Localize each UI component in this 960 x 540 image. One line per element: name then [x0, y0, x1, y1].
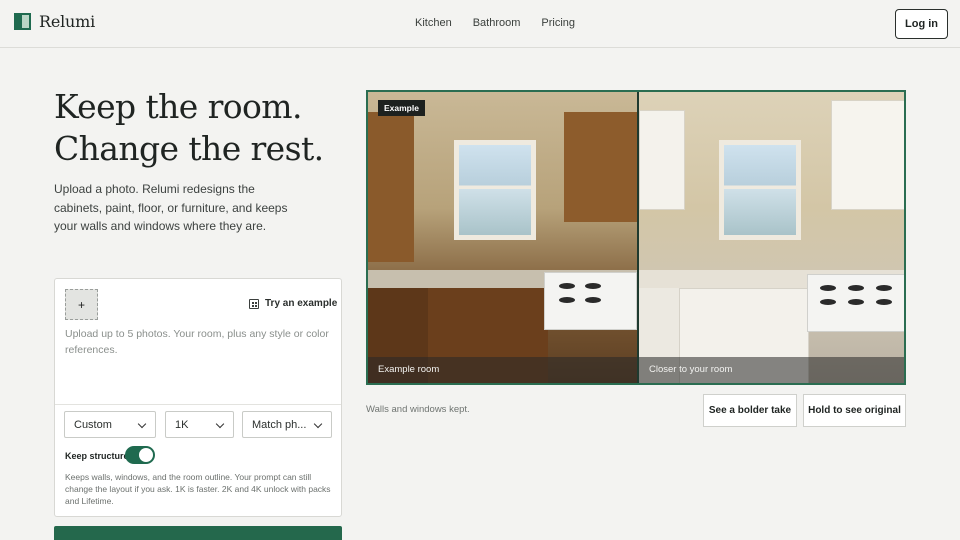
nav-kitchen[interactable]: Kitchen	[415, 17, 452, 29]
example-badge: Example	[378, 100, 425, 116]
logo-icon	[14, 13, 31, 30]
before-image: Example Example room	[368, 92, 637, 383]
divider	[55, 404, 341, 405]
after-caption: Closer to your room	[649, 364, 733, 375]
plus-icon: +	[77, 297, 85, 312]
style-select[interactable]: Custom	[64, 411, 156, 438]
walls-kept-note: Walls and windows kept.	[366, 404, 470, 415]
nav-pricing[interactable]: Pricing	[541, 17, 575, 29]
resolution-select[interactable]: 1K	[165, 411, 234, 438]
aspect-select-value: Match ph...	[252, 418, 307, 431]
try-example-label: Try an example	[265, 298, 338, 309]
try-example-button[interactable]: Try an example	[249, 298, 337, 309]
brand-logo[interactable]: Relumi	[14, 12, 95, 31]
before-caption: Example room	[378, 364, 440, 375]
upload-photo-button[interactable]: +	[65, 289, 98, 320]
top-header: Relumi Kitchen Bathroom Pricing Log in	[0, 0, 960, 48]
keep-structure-label: Keep structure	[65, 451, 129, 461]
headline-line-1: Keep the room.	[54, 87, 302, 126]
hold-original-button[interactable]: Hold to see original	[803, 394, 906, 427]
main-nav: Kitchen Bathroom Pricing	[415, 17, 575, 29]
nav-bathroom[interactable]: Bathroom	[473, 17, 521, 29]
after-image: Closer to your room	[639, 92, 904, 383]
keep-structure-note: Keeps walls, windows, and the room outli…	[65, 472, 331, 506]
login-button[interactable]: Log in	[895, 9, 948, 39]
grid-icon	[249, 298, 259, 309]
page-title: Keep the room. Change the rest.	[54, 86, 324, 170]
hero-subtext: Upload a photo. Relumi redesigns the cab…	[54, 182, 288, 233]
generate-button[interactable]	[54, 526, 342, 540]
aspect-select[interactable]: Match ph...	[242, 411, 332, 438]
resolution-select-value: 1K	[175, 418, 189, 431]
upload-card: + Try an example Upload up to 5 photos. …	[54, 278, 342, 517]
chevron-down-icon	[215, 419, 225, 429]
brand-name: Relumi	[39, 12, 96, 31]
keep-structure-toggle[interactable]	[125, 446, 155, 464]
chevron-down-icon	[137, 419, 147, 429]
bolder-take-button[interactable]: See a bolder take	[703, 394, 797, 427]
style-select-value: Custom	[74, 418, 112, 431]
toggle-knob	[139, 448, 153, 462]
headline-line-2: Change the rest.	[54, 129, 324, 168]
before-after-compare[interactable]: Example Example room Closer to your room	[366, 90, 906, 385]
chevron-down-icon	[313, 419, 323, 429]
prompt-input[interactable]: Upload up to 5 photos. Your room, plus a…	[65, 327, 333, 358]
